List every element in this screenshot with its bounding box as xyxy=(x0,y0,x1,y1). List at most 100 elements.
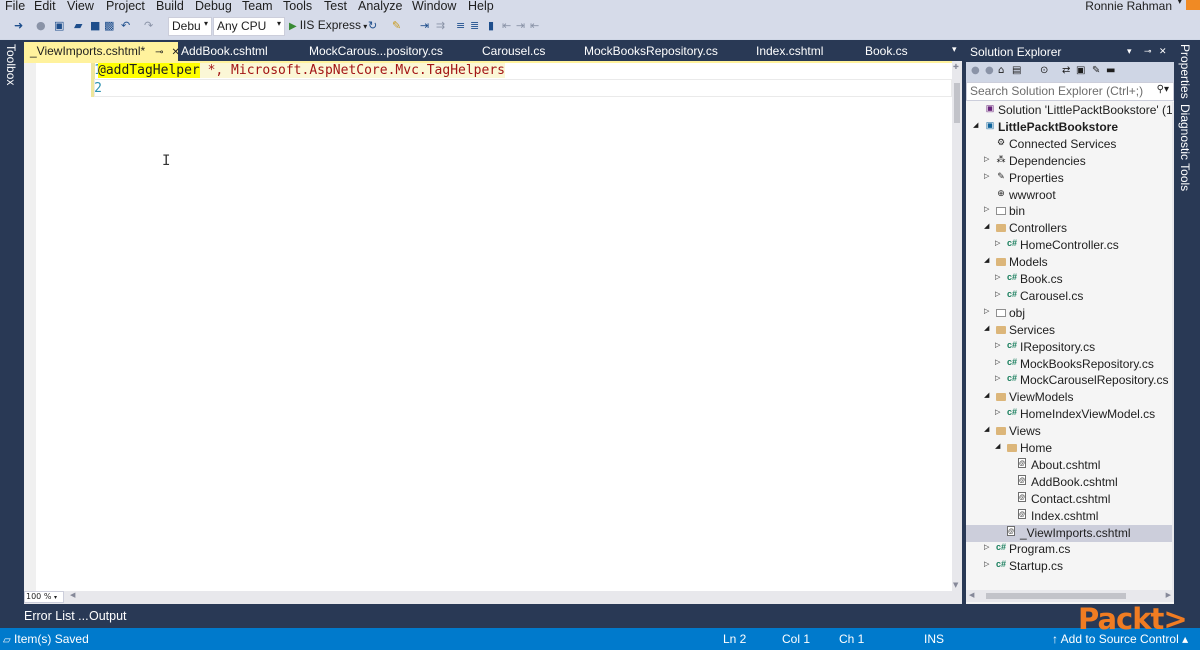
bookmark-clear-icon[interactable]: ⇤ xyxy=(530,19,539,32)
tab-mockcarousel[interactable]: MockCarous...pository.cs xyxy=(303,42,449,61)
menu-project[interactable]: Project xyxy=(106,0,145,13)
step-over-icon[interactable]: ⇉ xyxy=(436,19,445,32)
back-icon[interactable]: ● xyxy=(971,65,980,76)
scroll-down-icon[interactable]: ▼ xyxy=(953,581,958,589)
preview-icon[interactable]: ▬ xyxy=(1106,65,1115,76)
close-icon[interactable]: ✕ xyxy=(1159,46,1167,57)
menu-window[interactable]: Window xyxy=(412,0,456,13)
tree-item[interactable]: ▷ c# Carousel.cs xyxy=(966,288,1174,305)
tab-book[interactable]: Book.cs xyxy=(859,42,914,61)
forward-icon[interactable]: ● xyxy=(985,65,994,76)
step-icon[interactable]: ⇥ xyxy=(420,19,429,32)
solution-tree-horizontal-scrollbar[interactable]: ◀ ▶ xyxy=(966,590,1174,602)
tree-item[interactable]: ▷ c# MockBooksRepository.cs xyxy=(966,356,1174,373)
format-icon[interactable]: ≡ xyxy=(456,19,465,32)
redo-icon[interactable]: ↷ xyxy=(144,19,153,32)
expand-arrow-icon[interactable]: ▷ xyxy=(984,155,989,163)
editor-vertical-scrollbar[interactable]: ✚ ▼ xyxy=(952,61,962,591)
bookmark-icon[interactable]: ▮ xyxy=(488,19,494,32)
menu-edit[interactable]: Edit xyxy=(34,0,56,13)
tree-item[interactable]: ▣ Solution 'LittlePacktBookstore' (1 pr xyxy=(966,102,1174,119)
navigate-forward-icon[interactable]: ● xyxy=(36,19,46,32)
tree-item[interactable]: ▷ c# Program.cs xyxy=(966,541,1174,558)
tree-item[interactable]: ▷ obj xyxy=(966,305,1174,322)
tree-item[interactable]: ▷ bin xyxy=(966,203,1174,220)
undo-icon[interactable]: ↶ xyxy=(121,19,130,32)
tree-item[interactable]: ⚙ Connected Services xyxy=(966,136,1174,153)
navigate-back-icon[interactable]: ➜ xyxy=(14,19,23,32)
tree-item[interactable]: @ _ViewImports.cshtml xyxy=(966,524,1174,542)
browser-link-icon[interactable]: ✎ xyxy=(392,19,401,32)
tree-item[interactable]: ▷ c# HomeController.cs xyxy=(966,237,1174,254)
user-name[interactable]: Ronnie Rahman xyxy=(1085,0,1172,13)
solution-platform-select[interactable]: Any CPU ▾ xyxy=(213,17,285,36)
expand-arrow-icon[interactable]: ▷ xyxy=(995,290,1000,298)
tree-item[interactable]: ◢ Models xyxy=(966,254,1174,271)
menu-build[interactable]: Build xyxy=(156,0,184,13)
tree-item[interactable]: ▷ c# HomeIndexViewModel.cs xyxy=(966,406,1174,423)
tree-item[interactable]: ▷ ✎ Properties xyxy=(966,170,1174,187)
bookmark-prev-icon[interactable]: ⇤ xyxy=(502,19,511,32)
pin-icon[interactable]: ⊸ xyxy=(1144,46,1152,57)
menu-help[interactable]: Help xyxy=(468,0,494,13)
tab-viewimports[interactable]: _ViewImports.cshtml* ⊸ ✕ xyxy=(24,42,180,61)
collapse-arrow-icon[interactable]: ◢ xyxy=(984,425,989,433)
tree-item[interactable]: ▷ ⁂ Dependencies xyxy=(966,153,1174,170)
tab-error-list[interactable]: Error List ... xyxy=(24,609,89,623)
feedback-icon[interactable] xyxy=(1186,0,1200,10)
menu-file[interactable]: File xyxy=(5,0,25,13)
tree-item[interactable]: @ About.cshtml xyxy=(966,457,1174,474)
tab-mockbooksrepository[interactable]: MockBooksRepository.cs xyxy=(578,42,724,61)
tab-index[interactable]: Index.cshtml xyxy=(750,42,829,61)
menu-team[interactable]: Team xyxy=(242,0,273,13)
tree-item[interactable]: @ Contact.cshtml xyxy=(966,491,1174,508)
code-line-1[interactable]: @addTagHelper *, Microsoft.AspNetCore.Mv… xyxy=(98,63,505,78)
scroll-thumb[interactable] xyxy=(986,593,1126,599)
collapse-all-icon[interactable]: ▣ xyxy=(1076,65,1085,76)
pending-changes-filter-icon[interactable]: ⊙ xyxy=(1040,65,1048,76)
search-icon[interactable]: ⚲▾ xyxy=(1157,84,1169,95)
sync-icon[interactable]: ⇄ xyxy=(1062,65,1070,76)
solution-search-input[interactable]: Search Solution Explorer (Ctrl+;) ⚲▾ xyxy=(966,82,1174,101)
tree-item[interactable]: ▷ c# MockCarouselRepository.cs xyxy=(966,372,1174,389)
menu-view[interactable]: View xyxy=(67,0,94,13)
expand-arrow-icon[interactable]: ▷ xyxy=(995,273,1000,281)
tree-item[interactable]: ◢ ▣ LittlePacktBookstore xyxy=(966,119,1174,136)
solution-configuration-select[interactable]: Debu ▾ xyxy=(168,17,212,36)
tree-item[interactable]: @ AddBook.cshtml xyxy=(966,474,1174,491)
code-editor[interactable]: 1 2 @addTagHelper *, Microsoft.AspNetCor… xyxy=(24,63,952,591)
collapse-arrow-icon[interactable]: ◢ xyxy=(984,324,989,332)
expand-arrow-icon[interactable]: ▷ xyxy=(984,205,989,213)
menu-debug[interactable]: Debug xyxy=(195,0,232,13)
expand-arrow-icon[interactable]: ▷ xyxy=(984,560,989,568)
collapse-arrow-icon[interactable]: ◢ xyxy=(995,442,1000,450)
expand-arrow-icon[interactable]: ▷ xyxy=(995,408,1000,416)
run-iis-express-button[interactable]: ▶ IIS Express ▾ xyxy=(289,18,367,32)
open-file-icon[interactable]: ▰ xyxy=(74,19,82,32)
collapse-arrow-icon[interactable]: ◢ xyxy=(973,121,978,129)
tab-carousel[interactable]: Carousel.cs xyxy=(476,42,551,61)
diagnostic-tools-tab[interactable]: Diagnostic Tools xyxy=(1178,104,1192,191)
tree-item[interactable]: ▷ c# IRepository.cs xyxy=(966,339,1174,356)
tab-output[interactable]: Output xyxy=(89,609,127,623)
split-icon[interactable]: ✚ xyxy=(953,63,959,71)
expand-arrow-icon[interactable]: ▷ xyxy=(995,341,1000,349)
collapse-arrow-icon[interactable]: ◢ xyxy=(984,256,989,264)
pin-icon[interactable]: ⊸ xyxy=(155,47,163,58)
scroll-left-icon[interactable]: ◀ xyxy=(70,591,75,599)
tree-item[interactable]: ◢ Views xyxy=(966,423,1174,440)
menu-analyze[interactable]: Analyze xyxy=(358,0,402,13)
tree-item[interactable]: ◢ Services xyxy=(966,322,1174,339)
scroll-thumb[interactable] xyxy=(954,83,960,123)
expand-arrow-icon[interactable]: ▷ xyxy=(984,172,989,180)
toolbox-tab[interactable]: Toolbox xyxy=(4,44,18,85)
switch-views-icon[interactable]: ▤ xyxy=(1012,65,1021,76)
solution-tree-scrollbar[interactable] xyxy=(1172,102,1174,590)
expand-arrow-icon[interactable]: ▷ xyxy=(984,307,989,315)
expand-arrow-icon[interactable]: ▷ xyxy=(984,543,989,551)
refresh-icon[interactable]: ↻ xyxy=(368,19,377,32)
tab-overflow-icon[interactable]: ▾ xyxy=(952,45,957,55)
comment-icon[interactable]: ≣ xyxy=(470,19,479,32)
tree-item[interactable]: ▷ c# Startup.cs xyxy=(966,558,1174,575)
new-project-icon[interactable]: ▣ xyxy=(54,19,64,32)
